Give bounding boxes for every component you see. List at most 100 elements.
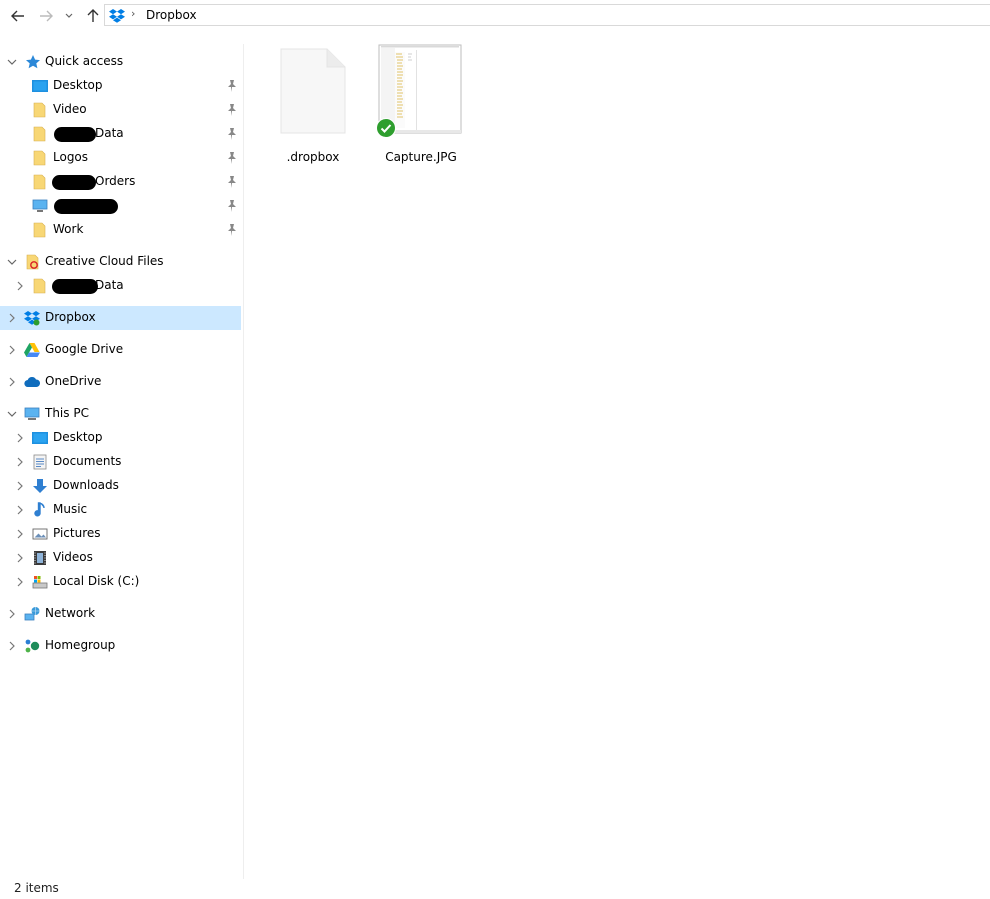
folder-icon (33, 222, 46, 238)
nav-label: Google Drive (45, 342, 124, 356)
cloud-icon (24, 376, 40, 388)
nav-label: Video (53, 102, 87, 116)
nav-label: Logos (53, 150, 89, 164)
redaction-mark (54, 199, 118, 214)
nav-qa-video[interactable]: Video (0, 98, 241, 122)
nav-qa-data[interactable]: Data (0, 122, 241, 146)
nav-this-pc[interactable]: This PC (0, 402, 241, 426)
folder-icon (33, 102, 46, 118)
chevron-right-icon[interactable] (6, 344, 18, 356)
pin-icon[interactable] (226, 103, 238, 117)
homegroup-icon (25, 639, 40, 653)
download-arrow-icon (33, 479, 47, 493)
nav-qa-computer[interactable] (0, 194, 241, 218)
address-bar[interactable]: › Dropbox (104, 4, 990, 26)
film-strip-icon (34, 551, 46, 565)
network-icon (24, 607, 40, 621)
chevron-expanded-icon[interactable] (6, 408, 18, 420)
recent-locations-button[interactable] (62, 6, 76, 26)
nav-pc-music[interactable]: Music (0, 498, 241, 522)
google-drive-icon (24, 343, 40, 357)
pictures-icon (32, 528, 48, 540)
chevron-right-icon[interactable] (6, 640, 18, 652)
folder-icon (33, 126, 46, 142)
nav-qa-work[interactable]: Work (0, 218, 241, 242)
pin-icon[interactable] (226, 223, 238, 237)
back-button[interactable] (8, 6, 28, 26)
chevron-right-icon[interactable] (14, 504, 26, 516)
nav-pc-documents[interactable]: Documents (0, 450, 241, 474)
chevron-right-icon[interactable] (14, 552, 26, 564)
back-arrow-icon (11, 10, 24, 22)
chevron-down-icon (65, 13, 73, 18)
folder-icon (33, 278, 46, 294)
pin-icon[interactable] (226, 175, 238, 189)
nav-label: Music (53, 502, 88, 516)
nav-qa-logos[interactable]: Logos (0, 146, 241, 170)
pin-icon[interactable] (226, 79, 238, 93)
chevron-expanded-icon[interactable] (6, 56, 18, 68)
computer-icon (32, 199, 48, 212)
forward-arrow-icon (40, 10, 53, 22)
redaction-mark (54, 127, 96, 142)
redaction-mark (52, 279, 98, 294)
forward-button[interactable] (36, 6, 56, 26)
status-item-count: 2 items (14, 881, 59, 895)
desktop-icon (32, 80, 48, 92)
up-arrow-icon (87, 9, 99, 22)
file-list-view: .dropbox Capture.JPG (244, 32, 990, 875)
computer-icon (24, 407, 40, 420)
nav-label: Documents (53, 454, 122, 468)
chevron-right-icon[interactable] (6, 312, 18, 324)
nav-network[interactable]: Network (0, 602, 241, 626)
file-name: Capture.JPG (385, 150, 457, 164)
nav-label: Desktop (53, 78, 103, 92)
nav-onedrive[interactable]: OneDrive (0, 370, 241, 394)
nav-homegroup[interactable]: Homegroup (0, 634, 241, 658)
nav-label: Dropbox (45, 310, 96, 324)
chevron-right-icon[interactable] (14, 576, 26, 588)
nav-pc-local-disk[interactable]: Local Disk (C:) (0, 570, 241, 594)
pin-icon[interactable] (226, 199, 238, 213)
nav-label: Local Disk (C:) (53, 574, 140, 588)
nav-qa-desktop[interactable]: Desktop (0, 74, 241, 98)
chevron-right-icon[interactable] (6, 376, 18, 388)
dropbox-icon (24, 311, 40, 326)
chevron-right-icon[interactable] (14, 432, 26, 444)
nav-label: Videos (53, 550, 93, 564)
chevron-right-icon[interactable] (14, 528, 26, 540)
chevron-right-icon[interactable] (14, 480, 26, 492)
nav-label: Network (45, 606, 96, 620)
nav-label: Data (95, 278, 124, 292)
chevron-right-icon[interactable] (14, 280, 26, 292)
nav-pc-desktop[interactable]: Desktop (0, 426, 241, 450)
pin-icon[interactable] (226, 151, 238, 165)
nav-quick-access[interactable]: Quick access (0, 50, 241, 74)
nav-label: OneDrive (45, 374, 102, 388)
nav-qa-orders[interactable]: Orders (0, 170, 241, 194)
nav-dropbox[interactable]: Dropbox (0, 306, 241, 330)
nav-google-drive[interactable]: Google Drive (0, 338, 241, 362)
up-button[interactable] (83, 6, 103, 26)
star-icon (26, 55, 40, 69)
chevron-right-icon[interactable] (6, 608, 18, 620)
pin-icon[interactable] (226, 127, 238, 141)
breadcrumb-dropbox[interactable]: Dropbox (146, 8, 197, 22)
nav-label: Pictures (53, 526, 101, 540)
music-note-icon (34, 502, 45, 517)
nav-pc-videos[interactable]: Videos (0, 546, 241, 570)
blank-file-icon (280, 48, 346, 134)
creative-cloud-icon (26, 254, 39, 270)
nav-label: This PC (45, 406, 89, 420)
navigation-pane: Quick access Desktop Video Data Logos Or… (0, 44, 244, 879)
nav-cc-data[interactable]: Data (0, 274, 241, 298)
nav-pc-downloads[interactable]: Downloads (0, 474, 241, 498)
chevron-right-icon[interactable] (14, 456, 26, 468)
nav-pc-pictures[interactable]: Pictures (0, 522, 241, 546)
address-toolbar: › Dropbox (0, 0, 990, 32)
dropbox-icon (109, 9, 125, 23)
chevron-expanded-icon[interactable] (6, 256, 18, 268)
nav-label: Data (95, 126, 124, 140)
nav-creative-cloud[interactable]: Creative Cloud Files (0, 250, 241, 274)
desktop-icon (32, 432, 48, 444)
